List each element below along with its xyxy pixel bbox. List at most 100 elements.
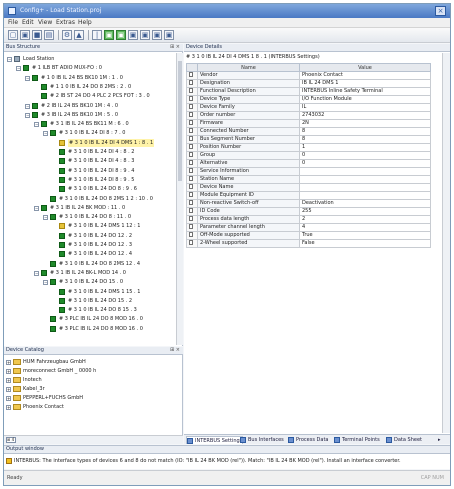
table-row[interactable]: Group 0 bbox=[186, 151, 431, 160]
catalog-item[interactable]: + Kabel_3r bbox=[6, 385, 178, 393]
table-row[interactable]: Alternative 0 bbox=[186, 159, 431, 168]
menu-view[interactable]: View bbox=[38, 19, 52, 26]
property-value[interactable]: IL bbox=[299, 103, 431, 112]
property-value[interactable]: 2743032 bbox=[299, 111, 431, 120]
save-icon[interactable]: ■ bbox=[32, 30, 42, 40]
tab-data-sheet[interactable]: Data Sheet bbox=[386, 436, 422, 444]
property-value[interactable]: 2N bbox=[299, 119, 431, 128]
tab-bus-interfaces[interactable]: Bus Interfaces bbox=[240, 436, 284, 444]
filter-icon[interactable]: ⊞ 4 bbox=[6, 437, 16, 443]
property-value[interactable]: 255 bbox=[299, 207, 431, 216]
tree-item[interactable]: # 3 1 0 IB IL 24 DO 8 2MS 12 . 4 bbox=[4, 260, 176, 268]
expander-icon[interactable]: + bbox=[6, 369, 11, 374]
module-icon-6[interactable]: ▣ bbox=[164, 30, 174, 40]
network-icon[interactable]: | bbox=[92, 30, 102, 40]
tree-item[interactable]: # 3 PLC IB IL 24 DO 8 MOD 16 . 0 bbox=[4, 325, 176, 333]
tree-item[interactable]: # 3 1 0 IB IL 24 DI 4 : 8 . 2 bbox=[4, 148, 176, 156]
tree-item[interactable]: # 3 PLC IB IL 24 DO 8 MOD 16 . 0 bbox=[4, 315, 176, 323]
expander-icon[interactable]: − bbox=[43, 131, 48, 137]
property-value[interactable] bbox=[299, 175, 431, 184]
property-value[interactable]: INTERBUS Inline Safety Terminal bbox=[299, 87, 431, 96]
table-row[interactable]: Functional Description INTERBUS Inline Sa… bbox=[186, 87, 431, 96]
tab-terminal-points[interactable]: Terminal Points bbox=[334, 436, 380, 444]
property-value[interactable]: 8 bbox=[299, 127, 431, 136]
tab-process-data[interactable]: Process Data bbox=[288, 436, 329, 444]
tree-item[interactable]: − # 1 0 IB IL 24 BS BK10 1M : 1 . 0 bbox=[4, 74, 176, 82]
property-value[interactable]: 2 bbox=[299, 215, 431, 224]
property-value[interactable]: 1 bbox=[299, 143, 431, 152]
tree-item[interactable]: # 3 1 0 IB IL 24 DO 8 15 . 3 bbox=[4, 306, 176, 314]
expander-icon[interactable]: − bbox=[25, 75, 30, 81]
table-row[interactable]: Off-Mode supported True bbox=[186, 231, 431, 240]
expander-icon[interactable]: − bbox=[25, 112, 30, 118]
tree-item[interactable]: # 3 1 0 IB IL 24 DMS 1 15 . 1 bbox=[4, 288, 176, 296]
menu-edit[interactable]: Edit bbox=[22, 19, 34, 26]
expander-icon[interactable]: − bbox=[7, 57, 12, 62]
table-row[interactable]: Firmware 2N bbox=[186, 119, 431, 128]
table-row[interactable]: Device Type I/O Function Module bbox=[186, 95, 431, 104]
table-row[interactable]: Device Name bbox=[186, 183, 431, 192]
property-value[interactable] bbox=[299, 167, 431, 176]
tree-item[interactable]: − Load Station bbox=[4, 55, 176, 63]
catalog-item[interactable]: + Phoenix Contact bbox=[6, 403, 178, 411]
module-icon-1[interactable]: ▣ bbox=[104, 30, 114, 40]
property-value[interactable]: I/O Function Module bbox=[299, 95, 431, 104]
expander-icon[interactable]: − bbox=[25, 103, 30, 109]
tree-item[interactable]: # 3 1 0 IB IL 24 DO 12 . 3 bbox=[4, 241, 176, 249]
property-value[interactable]: False bbox=[299, 239, 431, 248]
connect-icon[interactable]: ⚙ bbox=[62, 30, 72, 40]
table-row[interactable]: Station Name bbox=[186, 175, 431, 184]
table-row[interactable]: Service Information bbox=[186, 167, 431, 176]
expander-icon[interactable]: + bbox=[6, 396, 11, 401]
table-row[interactable]: 2-Wheel supported False bbox=[186, 239, 431, 248]
tree-item[interactable]: − # 3 1 IB IL 24 BK-L MOD 14 . 0 bbox=[4, 269, 176, 277]
tree-item[interactable]: − # 3 1 0 IB IL 24 DO 8 : 11 . 0 bbox=[4, 213, 176, 221]
property-value[interactable]: 0 bbox=[299, 151, 431, 160]
module-icon-4[interactable]: ▣ bbox=[140, 30, 150, 40]
module-icon-3[interactable]: ▣ bbox=[128, 30, 138, 40]
table-row[interactable]: Non-reactive Switch-off Deactivation bbox=[186, 199, 431, 208]
read-icon[interactable]: ▲ bbox=[74, 30, 84, 40]
tree-item[interactable]: − # 3 1 0 IB IL 24 DI 8 : 7 . 0 bbox=[4, 129, 176, 137]
expander-icon[interactable]: − bbox=[34, 122, 39, 128]
expander-icon[interactable]: + bbox=[6, 360, 11, 365]
tree-item[interactable]: # 3 1 0 IB IL 24 DI 4 : 8 . 3 bbox=[4, 157, 176, 165]
tabs-scroll-right-icon[interactable]: ▸ bbox=[430, 436, 441, 444]
property-value[interactable]: 4 bbox=[299, 223, 431, 232]
table-row[interactable]: Bus Segment Number 8 bbox=[186, 135, 431, 144]
expander-icon[interactable]: + bbox=[6, 387, 11, 392]
tree-item[interactable]: − # 3 1 IB IL 24 BS BK11 M : 6 . 0 bbox=[4, 120, 176, 128]
menu-help[interactable]: Help bbox=[78, 19, 92, 26]
tree-item[interactable]: − # 3 1 IB IL 24 BK MOD : 11 . 0 bbox=[4, 204, 176, 212]
property-value[interactable]: 0 bbox=[299, 159, 431, 168]
tree-item[interactable]: # 3 1 0 IB IL 24 DI 4 DMS 1 : 8 . 1 bbox=[4, 138, 176, 147]
expander-icon[interactable]: + bbox=[6, 405, 11, 410]
pin-icon[interactable]: ⊞ × bbox=[170, 347, 180, 354]
catalog-item[interactable]: + Inotech bbox=[6, 376, 178, 384]
property-value[interactable]: 8 bbox=[299, 135, 431, 144]
tree-scrollbar[interactable] bbox=[176, 53, 183, 345]
property-value[interactable]: Deactivation bbox=[299, 199, 431, 208]
property-value[interactable] bbox=[299, 191, 431, 200]
expander-icon[interactable]: − bbox=[43, 280, 48, 286]
property-value[interactable]: IB IL 24 DMS 1 bbox=[299, 79, 431, 88]
catalog-item[interactable]: + moreconnect GmbH _ 0000 h bbox=[6, 367, 178, 375]
table-row[interactable]: Designation IB IL 24 DMS 1 bbox=[186, 79, 431, 88]
table-row[interactable]: Process data length 2 bbox=[186, 215, 431, 224]
module-icon-5[interactable]: ▣ bbox=[152, 30, 162, 40]
table-row[interactable]: ID Code 255 bbox=[186, 207, 431, 216]
menu-file[interactable]: File bbox=[8, 19, 18, 26]
tree-item[interactable]: # 2 IB ST 24 DO 4 PLC 2 PCS FOT : 3 . 0 bbox=[4, 92, 176, 100]
tree-item[interactable]: # 1 1 0 IB IL 24 DO 8 2MS : 2 . 0 bbox=[4, 83, 176, 91]
print-icon[interactable]: ▤ bbox=[44, 30, 54, 40]
tree-item[interactable]: # 3 1 0 IB IL 24 DO 8 2MS 1 2 : 10 . 0 bbox=[4, 195, 176, 203]
table-row[interactable]: Position Number 1 bbox=[186, 143, 431, 152]
tree-item[interactable]: # 3 1 0 IB IL 24 DO 12 . 4 bbox=[4, 250, 176, 258]
output-message[interactable]: INTERBUS: The interface types of devices… bbox=[6, 456, 446, 466]
tree-item[interactable]: # 3 1 0 IB IL 24 DI 8 : 9 . 4 bbox=[4, 167, 176, 175]
tree-item[interactable]: # 3 1 0 IB IL 24 DMS 1 12 : 1 bbox=[4, 222, 176, 230]
tree-item[interactable]: # 3 1 0 IB IL 24 DI 8 : 9 . 5 bbox=[4, 176, 176, 184]
bus-tree[interactable]: − Load Station − # 1 ILB BT ADIO MUX-FO : 0… bbox=[4, 53, 176, 345]
expander-icon[interactable]: − bbox=[16, 66, 21, 72]
tree-item[interactable]: # 3 1 0 IB IL 24 DO 8 : 9 . 6 bbox=[4, 185, 176, 193]
